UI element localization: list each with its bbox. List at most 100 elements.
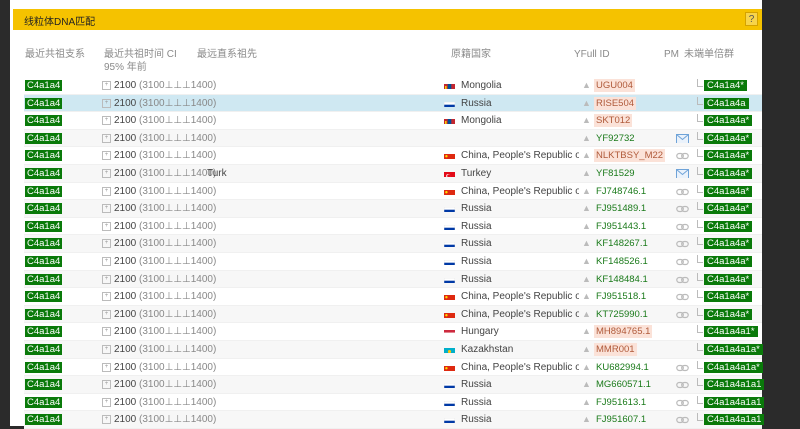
- table-row[interactable]: C4a1a4 +2100 (3100⊥⊥⊥1400) ▲ YF92732 C4a1a4a…: [24, 129, 762, 148]
- yfull-id-link[interactable]: KF148526.1: [594, 255, 650, 268]
- table-row[interactable]: C4a1a4 +2100 (3100⊥⊥⊥1400) Russia ▲ KF148526…: [24, 253, 762, 271]
- haplogroup-badge[interactable]: C4a1a4: [25, 396, 63, 408]
- col-header-pm[interactable]: PM: [664, 48, 679, 61]
- link-icon[interactable]: [676, 362, 689, 372]
- yfull-id-link[interactable]: RISE504: [594, 96, 637, 110]
- subclade-badge[interactable]: C4a1a4a*: [704, 150, 753, 162]
- haplogroup-badge[interactable]: C4a1a4: [25, 361, 63, 373]
- yfull-id-link[interactable]: NLKTBSY_M22: [594, 149, 666, 163]
- expand-icon[interactable]: +: [102, 151, 111, 161]
- expand-icon[interactable]: +: [102, 274, 111, 284]
- link-icon[interactable]: [676, 150, 689, 160]
- yfull-id-link[interactable]: KU682994.1: [594, 361, 651, 374]
- haplogroup-badge[interactable]: C4a1a4: [25, 150, 63, 162]
- table-row[interactable]: C4a1a4 +2100 (3100⊥⊥⊥1400) Russia ▲ FJ951607…: [24, 411, 765, 429]
- expand-icon[interactable]: +: [102, 397, 111, 407]
- col-header-haplogroup[interactable]: 最近共祖支系: [25, 48, 85, 61]
- yfull-id-link[interactable]: FJ951518.1: [594, 290, 648, 303]
- col-header-ancestor[interactable]: 最远直系祖先: [197, 48, 257, 61]
- subclade-badge[interactable]: C4a1a4a*: [704, 185, 753, 197]
- subclade-badge[interactable]: C4a1a4a1a*: [704, 343, 763, 355]
- table-row[interactable]: C4a1a4 +2100 (3100⊥⊥⊥1400) Russia ▲ FJ951489…: [24, 200, 762, 218]
- expand-icon[interactable]: +: [102, 133, 111, 143]
- page-scrollbar-area[interactable]: [775, 0, 800, 426]
- subclade-badge[interactable]: C4a1a4a1*: [704, 326, 758, 338]
- yfull-id-link[interactable]: MG660571.1: [594, 378, 653, 391]
- haplogroup-badge[interactable]: C4a1a4: [25, 185, 63, 197]
- link-icon[interactable]: [676, 221, 689, 231]
- haplogroup-badge[interactable]: C4a1a4: [25, 308, 63, 320]
- col-header-tmrca[interactable]: 最近共祖时间 CI 95% 年前: [104, 48, 177, 74]
- expand-icon[interactable]: +: [102, 168, 111, 178]
- link-icon[interactable]: [676, 256, 689, 266]
- subclade-badge[interactable]: C4a1a4a*: [704, 238, 753, 250]
- subclade-badge[interactable]: C4a1a4a1a*: [704, 361, 763, 373]
- subclade-badge[interactable]: C4a1a4a1a1: [704, 414, 765, 426]
- yfull-id-link[interactable]: FJ951443.1: [594, 220, 648, 233]
- table-row[interactable]: C4a1a4 +2100 (3100⊥⊥⊥1400) China, People's…: [24, 183, 762, 201]
- table-row[interactable]: C4a1a4 +2100 (3100⊥⊥⊥1400) Turk Turkey ▲ YF81…: [24, 164, 762, 183]
- haplogroup-badge[interactable]: C4a1a4: [25, 255, 63, 267]
- yfull-id-link[interactable]: FJ951613.1: [594, 396, 648, 409]
- yfull-id-link[interactable]: FJ951607.1: [594, 413, 648, 426]
- yfull-id-link[interactable]: SKT012: [594, 114, 633, 128]
- subclade-badge[interactable]: C4a1a4a*: [704, 115, 753, 127]
- col-header-subclade[interactable]: 未端单倍群: [684, 48, 734, 61]
- table-row[interactable]: C4a1a4 +2100 (3100⊥⊥⊥1400) China, People's…: [24, 305, 762, 324]
- haplogroup-badge[interactable]: C4a1a4: [25, 167, 63, 179]
- yfull-id-link[interactable]: YF81529: [594, 167, 637, 180]
- expand-icon[interactable]: +: [102, 221, 111, 231]
- subclade-badge[interactable]: C4a1a4a: [704, 97, 749, 109]
- subclade-badge[interactable]: C4a1a4a1a1: [704, 379, 765, 391]
- expand-icon[interactable]: +: [102, 362, 111, 372]
- table-row[interactable]: C4a1a4 +2100 (3100⊥⊥⊥1400) Russia ▲ RISE504 C…: [24, 94, 762, 113]
- subclade-badge[interactable]: C4a1a4a*: [704, 255, 753, 267]
- mail-icon[interactable]: [676, 168, 689, 178]
- expand-icon[interactable]: +: [102, 204, 111, 214]
- expand-icon[interactable]: +: [102, 380, 111, 390]
- table-row[interactable]: C4a1a4 +2100 (3100⊥⊥⊥1400) Russia ▲ FJ951443…: [24, 218, 762, 236]
- subclade-badge[interactable]: C4a1a4a1a1: [704, 396, 765, 408]
- table-row[interactable]: C4a1a4 +2100 (3100⊥⊥⊥1400) China, People's…: [24, 288, 762, 306]
- haplogroup-badge[interactable]: C4a1a4: [25, 115, 63, 127]
- expand-icon[interactable]: +: [102, 344, 111, 354]
- mail-icon[interactable]: [676, 133, 689, 143]
- expand-icon[interactable]: +: [102, 116, 111, 126]
- link-icon[interactable]: [676, 203, 689, 213]
- table-row[interactable]: C4a1a4 +2100 (3100⊥⊥⊥1400) Russia ▲ MG660571…: [24, 376, 765, 394]
- expand-icon[interactable]: +: [102, 98, 111, 108]
- haplogroup-badge[interactable]: C4a1a4: [25, 273, 63, 285]
- subclade-badge[interactable]: C4a1a4a*: [704, 167, 753, 179]
- expand-icon[interactable]: +: [102, 186, 111, 196]
- haplogroup-badge[interactable]: C4a1a4: [25, 326, 63, 338]
- table-row[interactable]: C4a1a4 +2100 (3100⊥⊥⊥1400) Kazakhstan ▲ MMR0…: [24, 340, 763, 359]
- expand-icon[interactable]: +: [102, 81, 111, 90]
- link-icon[interactable]: [676, 309, 689, 319]
- haplogroup-badge[interactable]: C4a1a4: [25, 343, 63, 355]
- help-button[interactable]: ?: [745, 12, 758, 26]
- expand-icon[interactable]: +: [102, 239, 111, 249]
- link-icon[interactable]: [676, 291, 689, 301]
- subclade-badge[interactable]: C4a1a4a*: [704, 132, 753, 144]
- subclade-badge[interactable]: C4a1a4a*: [704, 308, 753, 320]
- table-row[interactable]: C4a1a4 +2100 (3100⊥⊥⊥1400) China, People's…: [24, 359, 763, 377]
- yfull-id-link[interactable]: UGU004: [594, 79, 635, 92]
- link-icon[interactable]: [676, 397, 689, 407]
- subclade-badge[interactable]: C4a1a4a*: [704, 220, 753, 232]
- haplogroup-badge[interactable]: C4a1a4: [25, 291, 63, 303]
- subclade-badge[interactable]: C4a1a4a*: [704, 291, 753, 303]
- table-row[interactable]: C4a1a4 +2100 (3100⊥⊥⊥1400) Hungary ▲ MH89476…: [24, 323, 762, 341]
- col-header-yfull-id[interactable]: YFull ID: [574, 48, 610, 61]
- expand-icon[interactable]: +: [102, 309, 111, 319]
- expand-icon[interactable]: +: [102, 292, 111, 302]
- haplogroup-badge[interactable]: C4a1a4: [25, 203, 63, 215]
- haplogroup-badge[interactable]: C4a1a4: [25, 414, 63, 426]
- link-icon[interactable]: [676, 238, 689, 248]
- subclade-badge[interactable]: C4a1a4a*: [704, 273, 753, 285]
- yfull-id-link[interactable]: KT725990.1: [594, 308, 650, 321]
- link-icon[interactable]: [676, 379, 689, 389]
- haplogroup-badge[interactable]: C4a1a4: [25, 238, 63, 250]
- yfull-id-link[interactable]: MMR001: [594, 342, 637, 356]
- table-row[interactable]: C4a1a4 +2100 (3100⊥⊥⊥1400) Russia ▲ FJ951613…: [24, 394, 765, 412]
- yfull-id-link[interactable]: KF148267.1: [594, 237, 650, 250]
